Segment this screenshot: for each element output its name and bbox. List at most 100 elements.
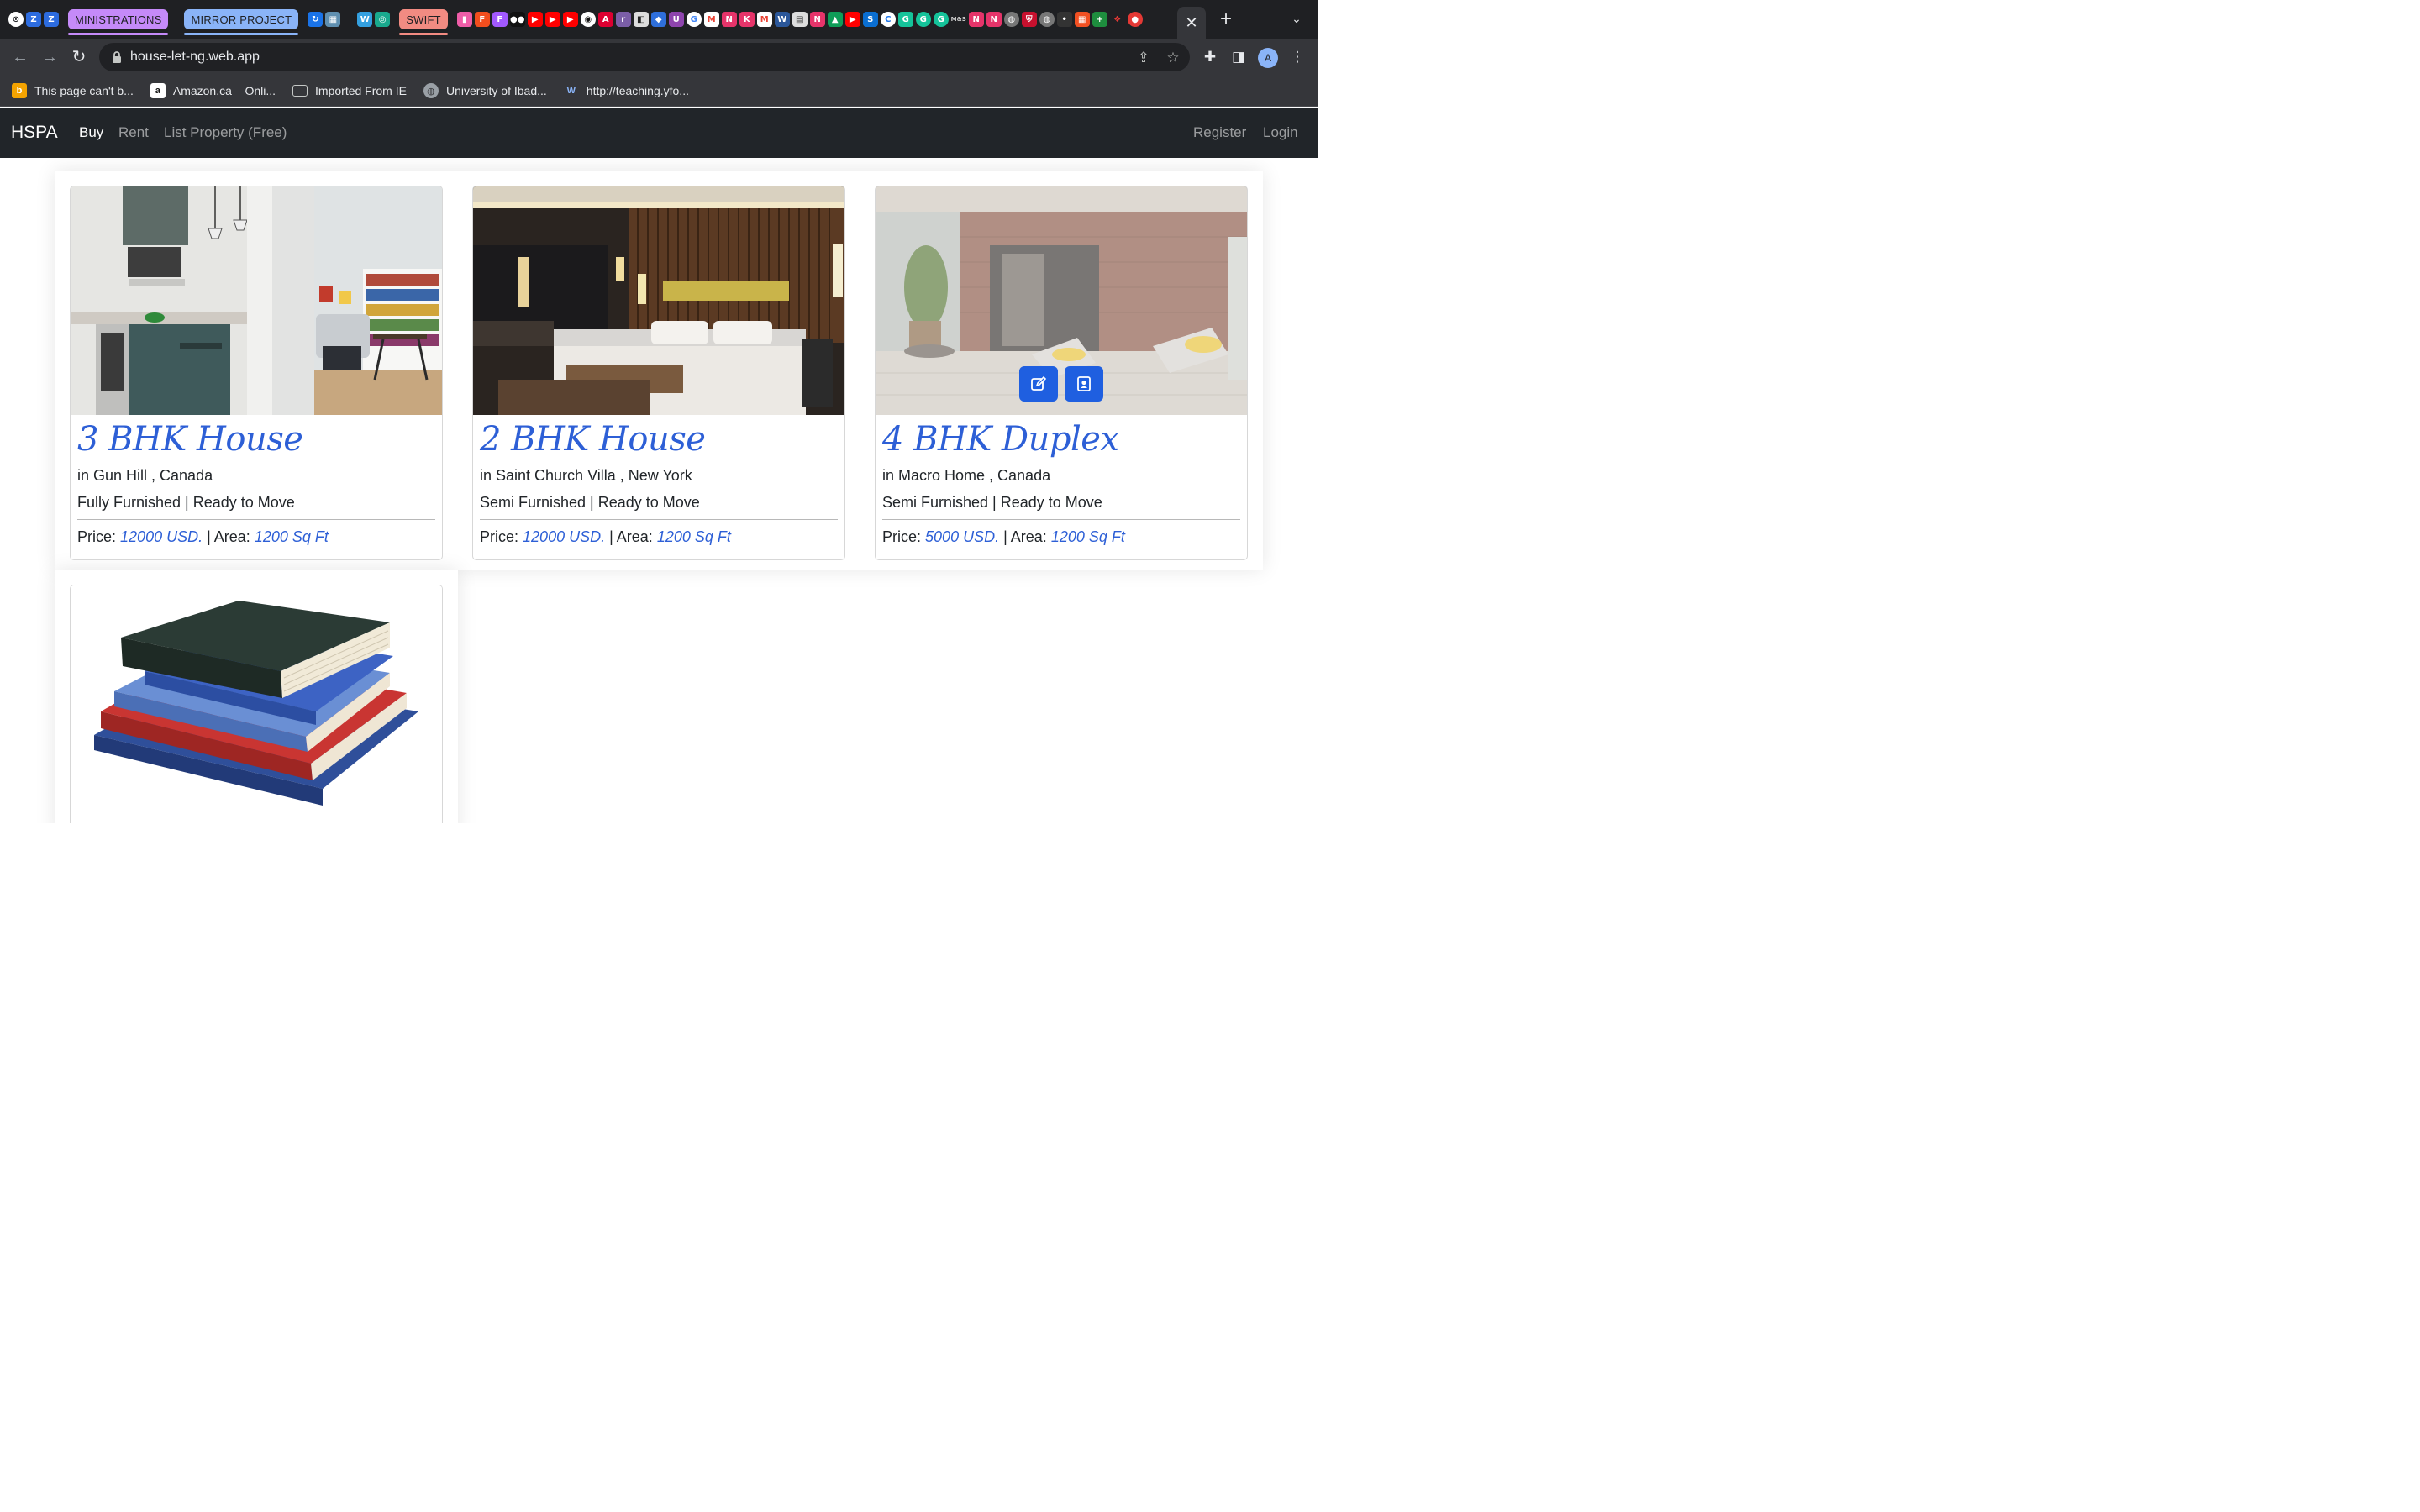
chatgpt-icon[interactable]: ◎: [375, 12, 391, 27]
nav-buy[interactable]: Buy: [79, 108, 103, 158]
globe-icon[interactable]: ◍: [1039, 12, 1055, 27]
property-title[interactable]: 2 BHK House: [480, 415, 838, 464]
tab-icon[interactable]: ◆: [650, 12, 666, 27]
chevron-down-icon[interactable]: ⌄: [1288, 12, 1305, 29]
grammarly-icon[interactable]: G: [933, 12, 949, 27]
angular-icon[interactable]: A: [597, 12, 613, 27]
zoom-icon[interactable]: Z: [26, 12, 41, 27]
contact-details-button[interactable]: [1065, 366, 1103, 402]
drive-icon[interactable]: ▲: [827, 12, 843, 27]
main-content: 3 BHK House in Gun Hill , Canada Fully F…: [0, 158, 1318, 823]
bookmark-item[interactable]: b This page can't b...: [12, 83, 134, 98]
profile-avatar[interactable]: A: [1258, 48, 1278, 68]
word-icon[interactable]: W: [774, 12, 790, 27]
browser-tab-strip: ⊙ Z Z MINISTRATIONS MIRROR PROJECT ↻ ▦ W…: [0, 0, 1318, 39]
price-label: Price:: [480, 528, 519, 545]
tab-group-mirror-project[interactable]: MIRROR PROJECT: [184, 9, 299, 35]
figma-icon[interactable]: F: [474, 12, 490, 27]
r-icon[interactable]: r: [615, 12, 631, 27]
edit-button[interactable]: [1019, 366, 1058, 402]
tab-icon[interactable]: C: [880, 12, 896, 27]
bookmark-item[interactable]: a Amazon.ca – Onli...: [150, 83, 276, 98]
figma-icon[interactable]: F: [492, 12, 508, 27]
separator: |: [605, 528, 617, 545]
property-location: in Saint Church Villa , New York: [480, 467, 692, 484]
ntu-icon[interactable]: N: [721, 12, 737, 27]
extensions-icon[interactable]: ✚: [1202, 49, 1218, 66]
bookmark-item[interactable]: Imported From IE: [292, 84, 407, 97]
amazon-icon: a: [150, 83, 166, 98]
grammarly-icon[interactable]: G: [897, 12, 913, 27]
bookmarks-bar: b This page can't b... a Amazon.ca – Onl…: [0, 76, 1318, 107]
ntu-icon[interactable]: N: [968, 12, 984, 27]
google-icon[interactable]: G: [686, 12, 702, 27]
github-icon[interactable]: ◉: [580, 12, 596, 27]
property-title[interactable]: 4 BHK Duplex: [882, 415, 1240, 464]
nav-login[interactable]: Login: [1263, 108, 1298, 158]
forward-button[interactable]: →: [39, 47, 60, 67]
property-card[interactable]: 3 BHK House in Gun Hill , Canada Fully F…: [70, 186, 443, 560]
gmail-icon[interactable]: M: [703, 12, 719, 27]
tab-group-swift[interactable]: SWIFT: [399, 9, 449, 35]
zoom-icon[interactable]: Z: [44, 12, 59, 27]
tab-icon[interactable]: K: [739, 12, 755, 27]
youtube-icon[interactable]: ▶: [544, 12, 560, 27]
microsoft-icon[interactable]: ▦: [1074, 12, 1090, 27]
divider: [480, 519, 838, 520]
area-label: Area:: [616, 528, 653, 545]
side-panel-icon[interactable]: ◨: [1230, 49, 1247, 66]
chrome-icon[interactable]: ⊙: [8, 12, 24, 27]
shield-icon[interactable]: ⛨: [1021, 12, 1037, 27]
bookmark-item[interactable]: ◍ University of Ibad...: [423, 83, 547, 98]
property-area: 1200 Sq Ft: [254, 528, 329, 545]
property-card[interactable]: 4 BHK Duplex in Macro Home , Canada Semi…: [875, 186, 1248, 560]
property-features: Semi Furnished | Ready to Move: [480, 494, 700, 511]
address-bar[interactable]: house-let-ng.web.app ⇪ ☆: [99, 43, 1190, 71]
property-price-area: Price: 12000 USD. | Area: 1200 Sq Ft: [480, 527, 838, 559]
star-icon[interactable]: ☆: [1165, 50, 1181, 66]
grammarly-icon[interactable]: G: [915, 12, 931, 27]
plus-icon[interactable]: +: [1092, 12, 1107, 27]
active-tab-close-button[interactable]: ✕: [1177, 7, 1206, 39]
youtube-icon[interactable]: ▶: [562, 12, 578, 27]
back-button[interactable]: ←: [10, 47, 30, 67]
sync-icon[interactable]: ↻: [308, 12, 324, 27]
nav-rent[interactable]: Rent: [118, 108, 149, 158]
arrow-left-icon: ←: [12, 48, 29, 66]
reload-button[interactable]: ↻: [69, 47, 89, 67]
u-icon[interactable]: U: [668, 12, 684, 27]
ms-icon[interactable]: M&S: [951, 12, 966, 27]
youtube-icon[interactable]: ▶: [527, 12, 543, 27]
site-navbar: HSPA Buy Rent List Property (Free) Regis…: [0, 108, 1318, 158]
property-photo: [473, 186, 844, 415]
property-card[interactable]: 2 BHK House in Saint Church Villa , New …: [472, 186, 845, 560]
image-icon[interactable]: ▦: [325, 12, 341, 27]
doc-icon[interactable]: ▤: [792, 12, 808, 27]
gmail-icon[interactable]: M: [756, 12, 772, 27]
property-features: Fully Furnished | Ready to Move: [77, 494, 295, 511]
brand-logo[interactable]: HSPA: [11, 108, 58, 158]
ntu-icon[interactable]: N: [809, 12, 825, 27]
w-icon[interactable]: W: [357, 12, 373, 27]
property-title[interactable]: 3 BHK House: [77, 415, 435, 464]
property-location: in Gun Hill , Canada: [77, 467, 213, 484]
new-tab-button[interactable]: +: [1216, 9, 1236, 30]
medium-icon[interactable]: ●●: [509, 12, 525, 27]
tab-icon[interactable]: ▮: [456, 12, 472, 27]
share-icon[interactable]: ⇪: [1135, 50, 1152, 66]
ntu-icon[interactable]: N: [986, 12, 1002, 27]
property-card[interactable]: [70, 585, 443, 823]
youtube-icon[interactable]: ▶: [844, 12, 860, 27]
tab-icon[interactable]: •: [1056, 12, 1072, 27]
nav-register[interactable]: Register: [1193, 108, 1246, 158]
tab-icon[interactable]: ●: [1127, 12, 1143, 27]
menu-icon[interactable]: ⋮: [1289, 49, 1306, 66]
reload-icon: ↻: [71, 48, 87, 66]
tab-icon[interactable]: ◧: [633, 12, 649, 27]
tab-group-ministrations[interactable]: MINISTRATIONS: [68, 9, 169, 35]
nav-list-property[interactable]: List Property (Free): [164, 108, 287, 158]
globe-icon[interactable]: ◍: [1003, 12, 1019, 27]
sap-icon[interactable]: S: [862, 12, 878, 27]
tab-icon[interactable]: ❖: [1109, 12, 1125, 27]
bookmark-item[interactable]: W http://teaching.yfo...: [564, 83, 689, 98]
